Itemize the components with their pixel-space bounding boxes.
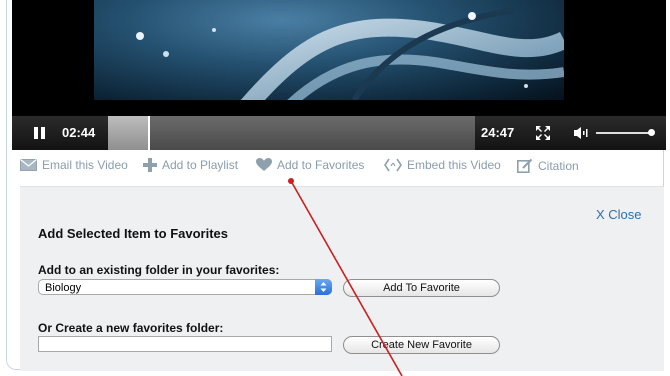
current-time: 02:44 xyxy=(62,125,96,140)
progress-handle[interactable] xyxy=(148,116,150,150)
new-folder-input[interactable] xyxy=(38,336,332,352)
plus-icon xyxy=(143,158,157,172)
volume-icon[interactable] xyxy=(574,126,590,140)
select-arrows-icon xyxy=(315,279,332,295)
video-viewport[interactable] xyxy=(12,0,666,116)
video-frame-image xyxy=(94,0,564,100)
folder-select-value: Biology xyxy=(45,282,82,294)
add-to-favorite-button[interactable]: Add To Favorite xyxy=(343,279,500,297)
pause-icon xyxy=(34,127,38,139)
progress-bar[interactable] xyxy=(108,116,475,150)
player-controls: 02:44 24:47 xyxy=(12,116,666,150)
embed-icon xyxy=(384,158,402,172)
favorites-panel: X Close Add Selected Item to Favorites A… xyxy=(20,186,664,371)
embed-video-link[interactable]: Embed this Video xyxy=(384,158,501,172)
create-new-favorite-button[interactable]: Create New Favorite xyxy=(343,336,500,354)
close-link[interactable]: X Close xyxy=(596,207,642,222)
heart-icon xyxy=(256,158,272,171)
duration-time: 24:47 xyxy=(481,125,515,140)
volume-slider[interactable] xyxy=(596,132,650,134)
citation-icon xyxy=(517,158,533,173)
volume-handle[interactable] xyxy=(648,129,655,136)
email-video-link[interactable]: Email this Video xyxy=(20,158,128,172)
folder-select[interactable]: Biology xyxy=(38,279,332,295)
dna-helix-image xyxy=(136,7,564,100)
progress-played xyxy=(108,116,148,150)
fullscreen-icon[interactable] xyxy=(535,125,551,141)
pause-button[interactable] xyxy=(34,127,46,139)
new-folder-label: Or Create a new favorites folder: xyxy=(38,321,224,335)
citation-link[interactable]: Citation xyxy=(517,158,579,173)
add-to-favorites-link[interactable]: Add to Favorites xyxy=(256,158,364,172)
panel-title: Add Selected Item to Favorites xyxy=(38,226,228,241)
envelope-icon xyxy=(20,159,37,171)
existing-folder-label: Add to an existing folder in your favori… xyxy=(38,263,280,277)
add-to-playlist-link[interactable]: Add to Playlist xyxy=(143,158,238,172)
